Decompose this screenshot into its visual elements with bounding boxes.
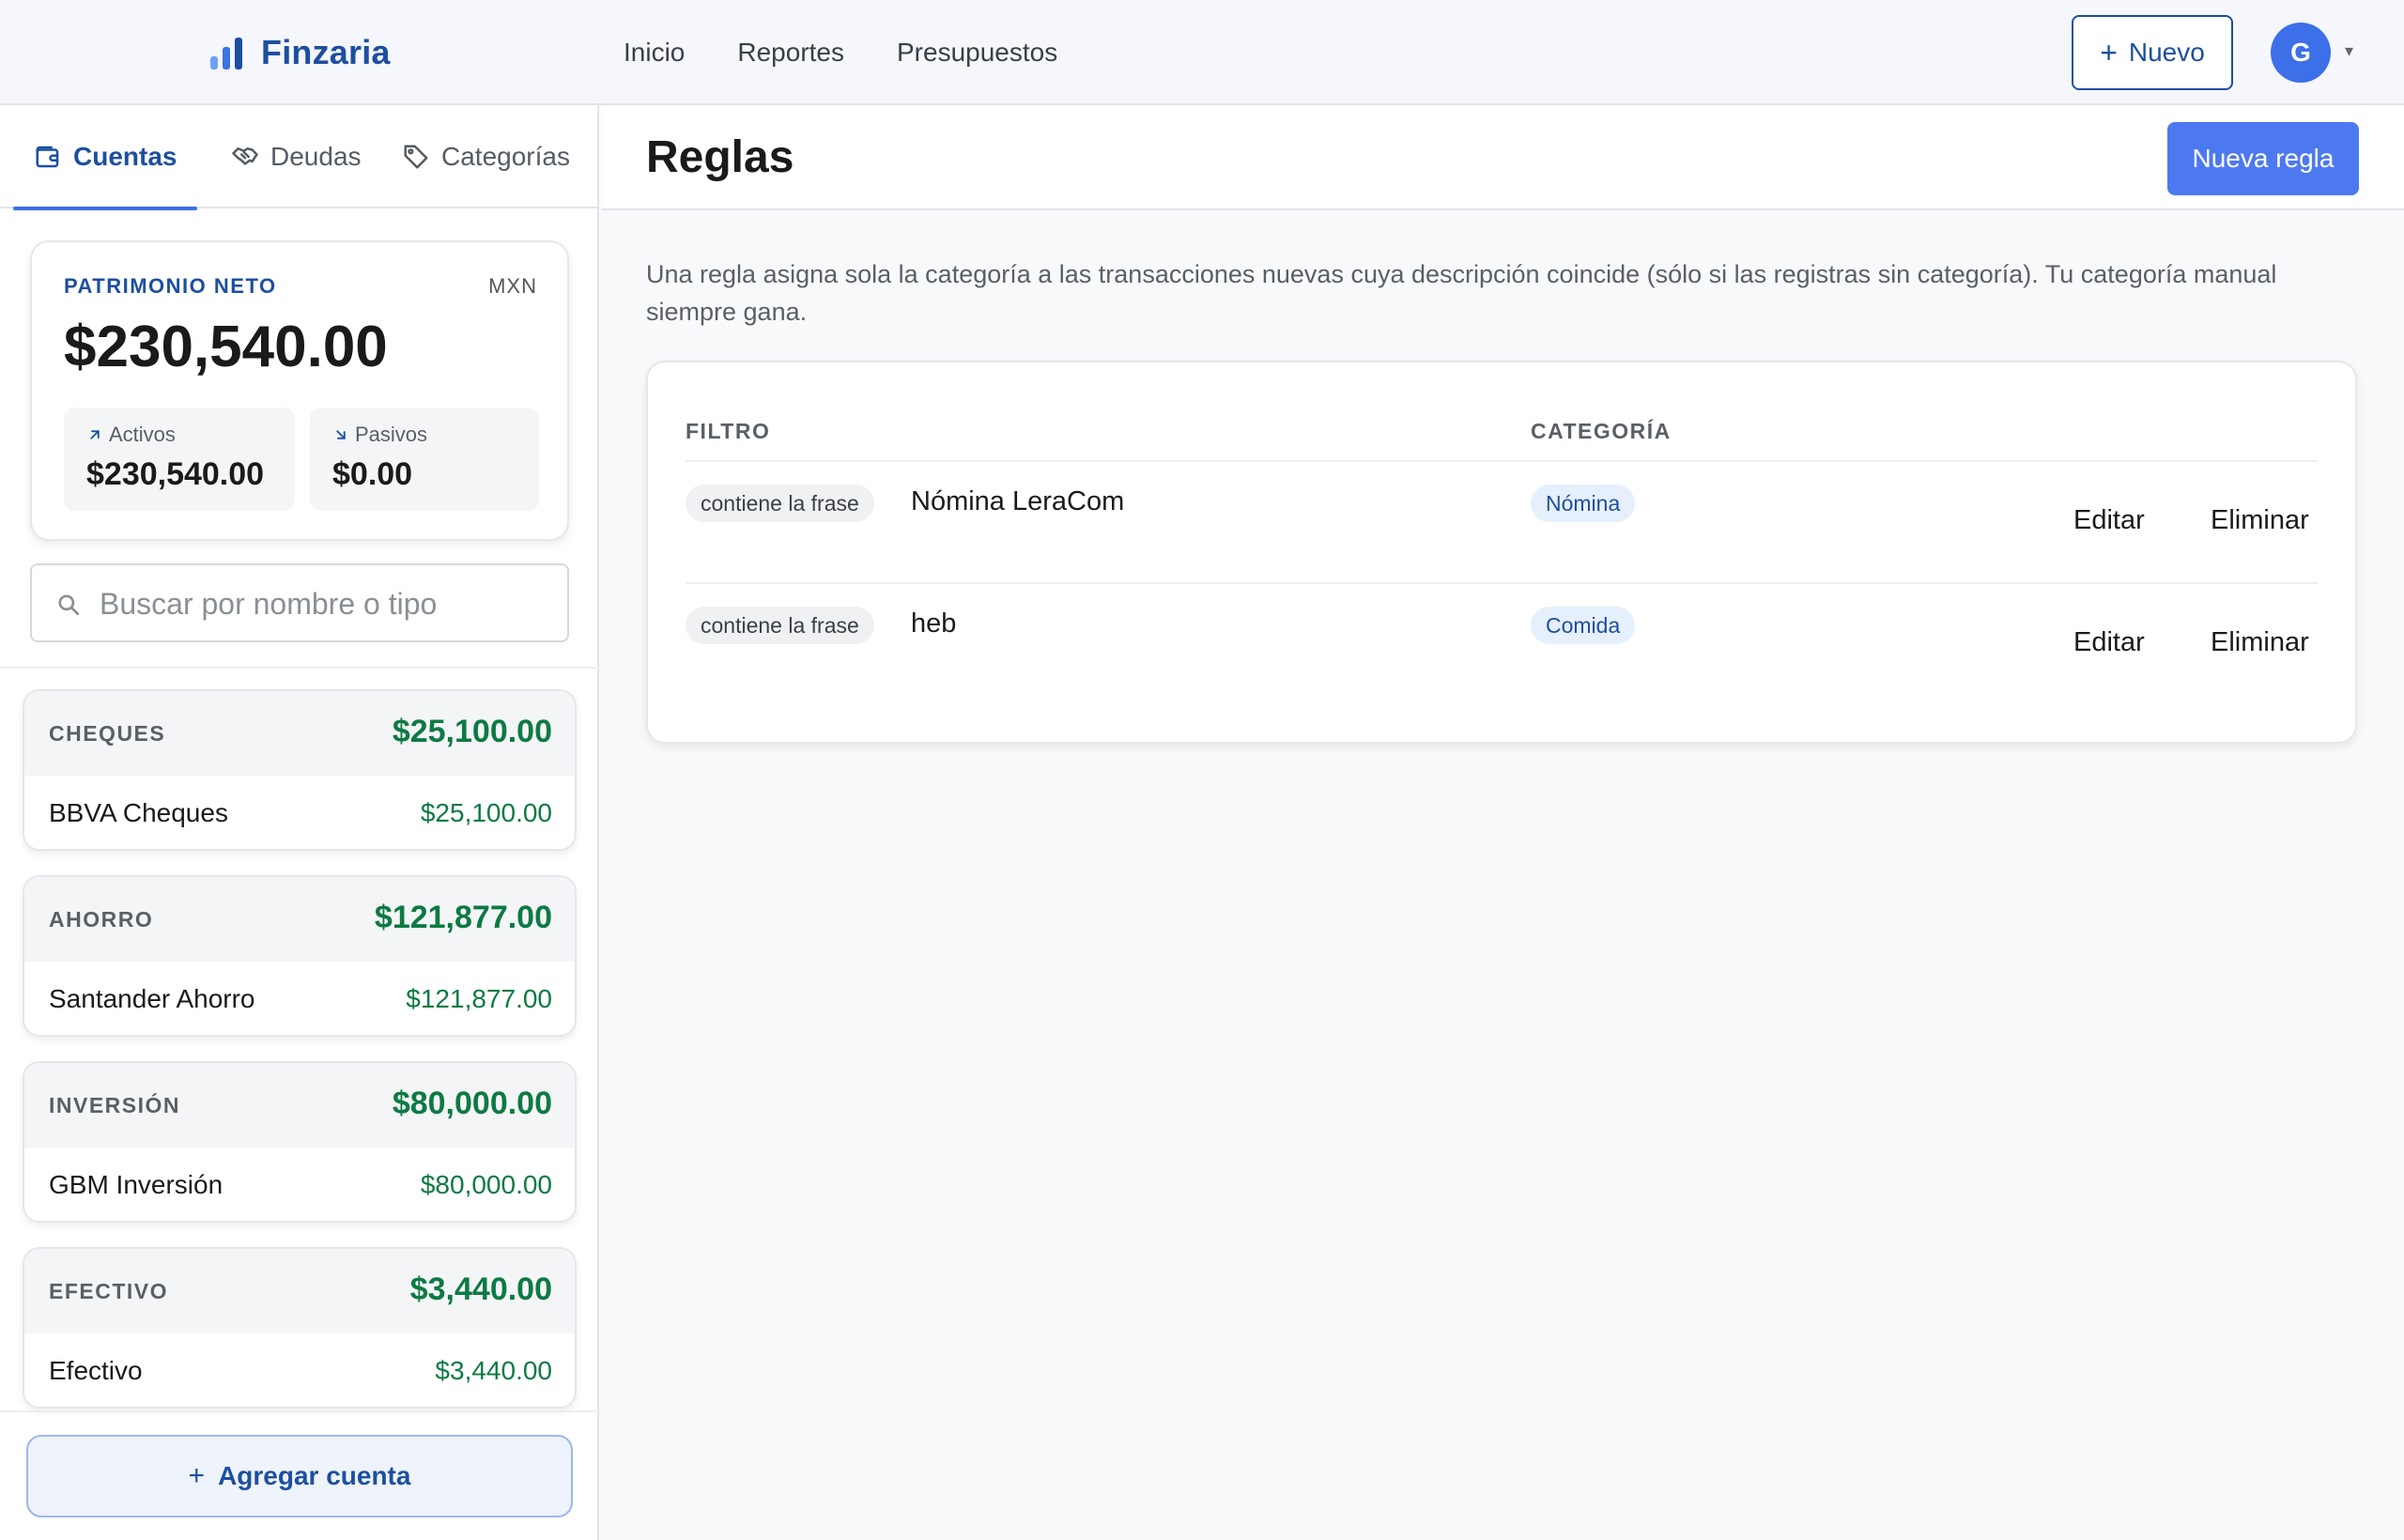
tab-label: Cuentas bbox=[73, 142, 177, 171]
account-group-ahorro[interactable]: AHORRO $121,877.00 Santander Ahorro $121… bbox=[23, 875, 577, 1037]
add-account-button[interactable]: + Agregar cuenta bbox=[26, 1435, 573, 1517]
group-name: EFECTIVO bbox=[49, 1279, 169, 1303]
account-name[interactable]: GBM Inversión bbox=[49, 1170, 223, 1200]
page-header: Reglas Nueva regla bbox=[601, 105, 2404, 210]
page-title: Reglas bbox=[646, 132, 794, 182]
group-total: $3,440.00 bbox=[409, 1271, 552, 1307]
brand-name: Finzaria bbox=[261, 33, 391, 71]
category-badge: Comida bbox=[1531, 607, 1636, 644]
column-header-filter: FILTRO bbox=[686, 419, 771, 443]
divider bbox=[0, 667, 599, 669]
divider bbox=[0, 1410, 599, 1412]
group-total: $80,000.00 bbox=[392, 1086, 552, 1121]
nav-presupuestos[interactable]: Presupuestos bbox=[897, 34, 1057, 71]
new-button-label: Nuevo bbox=[2128, 38, 2205, 67]
group-name: AHORRO bbox=[49, 907, 154, 932]
tab-label: Categorías bbox=[441, 142, 570, 171]
new-button[interactable]: + Nuevo bbox=[2072, 15, 2233, 90]
net-worth-card: PATRIMONIO NETO MXN $230,540.00 Activos … bbox=[30, 240, 569, 541]
account-group-cheques[interactable]: CHEQUES $25,100.00 BBVA Cheques $25,100.… bbox=[23, 689, 577, 851]
account-name[interactable]: Santander Ahorro bbox=[49, 984, 255, 1014]
sidebar-tabs: Cuentas Deudas Categorías bbox=[0, 105, 599, 210]
account-balance: $25,100.00 bbox=[420, 798, 552, 827]
arrow-down-right-icon bbox=[336, 430, 346, 439]
account-balance: $80,000.00 bbox=[420, 1170, 552, 1199]
handshake-icon bbox=[232, 147, 258, 165]
liabilities-value: $0.00 bbox=[332, 456, 413, 492]
account-name[interactable]: Efectivo bbox=[49, 1356, 143, 1386]
plus-icon: + bbox=[188, 1460, 206, 1491]
net-worth-label: PATRIMONIO NETO bbox=[64, 274, 277, 298]
tab-deudas[interactable]: Deudas bbox=[231, 105, 362, 208]
edit-button[interactable]: Editar bbox=[2073, 627, 2145, 658]
chevron-down-icon[interactable]: ▾ bbox=[2345, 41, 2353, 61]
bar-chart-icon bbox=[210, 36, 244, 69]
assets-box: Activos $230,540.00 bbox=[64, 408, 295, 511]
liabilities-label: Pasivos bbox=[355, 423, 428, 446]
row-divider bbox=[686, 582, 2318, 584]
rules-table: FILTRO CATEGORÍA contiene la frase Nómin… bbox=[646, 361, 2357, 744]
tab-cuentas[interactable]: Cuentas bbox=[12, 105, 199, 210]
add-account-label: Agregar cuenta bbox=[218, 1461, 411, 1490]
group-name: CHEQUES bbox=[49, 721, 166, 746]
delete-button[interactable]: Eliminar bbox=[2211, 505, 2309, 536]
account-name[interactable]: BBVA Cheques bbox=[49, 798, 228, 828]
currency-label: MXN bbox=[488, 274, 537, 298]
avatar[interactable]: G bbox=[2271, 23, 2331, 83]
brand-logo[interactable]: Finzaria bbox=[210, 30, 391, 75]
wallet-icon bbox=[36, 146, 59, 168]
assets-value: $230,540.00 bbox=[86, 456, 265, 492]
category-badge: Nómina bbox=[1531, 485, 1636, 522]
sidebar: Cuentas Deudas Categorías PATRIMONIO NET… bbox=[0, 105, 599, 1540]
column-header-category: CATEGORÍA bbox=[1531, 419, 1672, 443]
nav-reportes[interactable]: Reportes bbox=[737, 34, 844, 71]
tag-icon bbox=[404, 145, 428, 169]
match-type-chip: contiene la frase bbox=[686, 607, 874, 644]
edit-button[interactable]: Editar bbox=[2073, 505, 2145, 536]
account-group-efectivo[interactable]: EFECTIVO $3,440.00 Efectivo $3,440.00 bbox=[23, 1247, 577, 1409]
new-rule-button[interactable]: Nueva regla bbox=[2167, 122, 2359, 195]
row-divider bbox=[686, 460, 2318, 462]
net-worth-value: $230,540.00 bbox=[64, 315, 388, 379]
arrow-up-right-icon bbox=[90, 430, 100, 439]
group-total: $121,877.00 bbox=[374, 900, 552, 935]
tab-label: Deudas bbox=[270, 142, 362, 171]
main-nav: Inicio Reportes Presupuestos bbox=[624, 34, 1057, 71]
group-total: $25,100.00 bbox=[392, 714, 552, 749]
search-box bbox=[30, 563, 569, 642]
assets-label: Activos bbox=[109, 423, 176, 446]
top-bar: Finzaria Inicio Reportes Presupuestos + … bbox=[0, 0, 2404, 105]
search-input[interactable] bbox=[100, 578, 550, 629]
rules-description: Una regla asigna sola la categoría a las… bbox=[646, 260, 2277, 326]
account-balance: $121,877.00 bbox=[406, 984, 552, 1013]
match-type-chip: contiene la frase bbox=[686, 485, 874, 522]
account-balance: $3,440.00 bbox=[435, 1356, 552, 1385]
rule-phrase: Nómina LeraCom bbox=[911, 486, 1125, 516]
nav-inicio[interactable]: Inicio bbox=[624, 34, 685, 71]
tab-categorias[interactable]: Categorías bbox=[402, 105, 570, 208]
rule-phrase: heb bbox=[911, 608, 957, 639]
group-name: INVERSIÓN bbox=[49, 1093, 181, 1117]
plus-icon: + bbox=[2100, 35, 2118, 69]
delete-button[interactable]: Eliminar bbox=[2211, 627, 2309, 658]
liabilities-box: Pasivos $0.00 bbox=[310, 408, 539, 511]
search-icon bbox=[58, 594, 80, 616]
account-group-inversion[interactable]: INVERSIÓN $80,000.00 GBM Inversión $80,0… bbox=[23, 1061, 577, 1223]
